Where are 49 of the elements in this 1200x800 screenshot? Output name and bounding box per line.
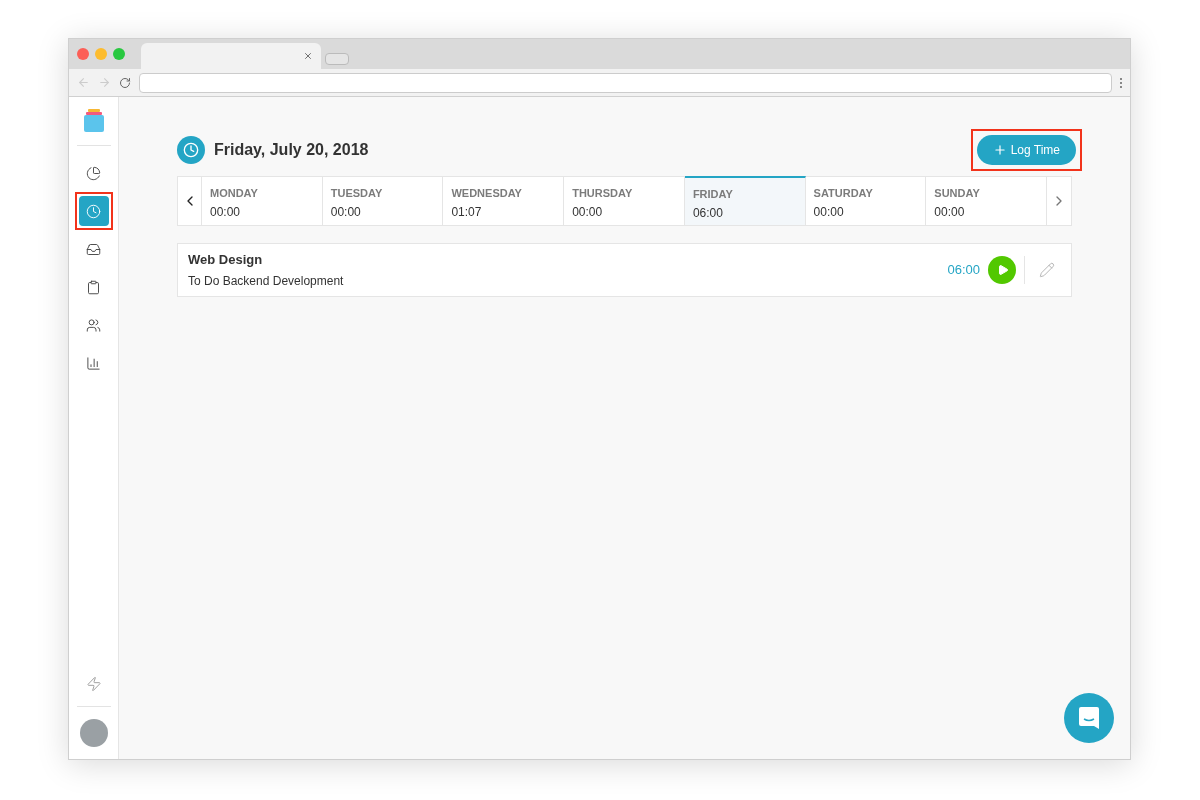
- day-total: 06:00: [692, 204, 724, 222]
- plus-icon: [992, 143, 1007, 157]
- bar-chart-icon: [86, 355, 101, 371]
- back-icon[interactable]: [77, 76, 90, 89]
- date-heading: Friday, July 20, 2018: [214, 140, 369, 160]
- day-name: MONDAY: [210, 187, 259, 201]
- day-name: WEDNESDAY: [451, 187, 523, 201]
- clipboard-icon: [86, 279, 101, 295]
- pencil-icon: [1039, 262, 1055, 278]
- day-total: 01:07: [451, 203, 483, 221]
- pie-chart-icon: [86, 165, 101, 181]
- day-tab[interactable]: MONDAY 00:00: [202, 177, 323, 225]
- maximize-window-icon[interactable]: [113, 48, 125, 60]
- day-total: 00:00: [934, 203, 966, 221]
- close-tab-icon[interactable]: [303, 51, 313, 61]
- day-total: 00:00: [210, 203, 242, 221]
- day-name: SATURDAY: [813, 187, 874, 201]
- clock-icon: [177, 136, 205, 164]
- day-total: 00:00: [572, 203, 604, 221]
- day-name: THURSDAY: [572, 187, 634, 201]
- address-field[interactable]: [139, 72, 1112, 93]
- day-tab[interactable]: THURSDAY 00:00: [564, 177, 685, 225]
- day-total: 00:00: [330, 203, 362, 221]
- day-tab[interactable]: WEDNESDAY 01:07: [443, 177, 565, 225]
- entry-duration: 06:00: [947, 261, 980, 280]
- clock-icon: [86, 203, 101, 219]
- lightning-icon[interactable]: [85, 676, 102, 692]
- day-tab[interactable]: FRIDAY 06:00: [684, 176, 806, 225]
- forward-icon[interactable]: [98, 76, 111, 89]
- day-name: SUNDAY: [934, 187, 981, 201]
- play-icon: [997, 264, 1009, 276]
- task-name: To Do Backend Development: [188, 273, 345, 291]
- reload-icon[interactable]: [119, 76, 131, 89]
- chat-bubble-button[interactable]: [1064, 693, 1114, 743]
- new-tab-button[interactable]: [325, 53, 349, 65]
- day-name: FRIDAY: [692, 188, 734, 202]
- play-button[interactable]: [988, 256, 1016, 284]
- stacked-layers-logo: [82, 109, 105, 133]
- day-tab[interactable]: TUESDAY 00:00: [322, 177, 444, 225]
- day-name: TUESDAY: [330, 187, 384, 201]
- project-name: Web Design: [188, 250, 264, 269]
- avatar[interactable]: [79, 719, 108, 747]
- day-tab[interactable]: SUNDAY 00:00: [926, 177, 1048, 225]
- users-icon: [86, 317, 101, 333]
- chat-smile-icon: [1078, 706, 1100, 730]
- inbox-icon: [86, 241, 101, 257]
- day-total: 00:00: [813, 203, 845, 221]
- day-tab[interactable]: SATURDAY 00:00: [805, 177, 927, 225]
- close-window-icon[interactable]: [77, 48, 89, 60]
